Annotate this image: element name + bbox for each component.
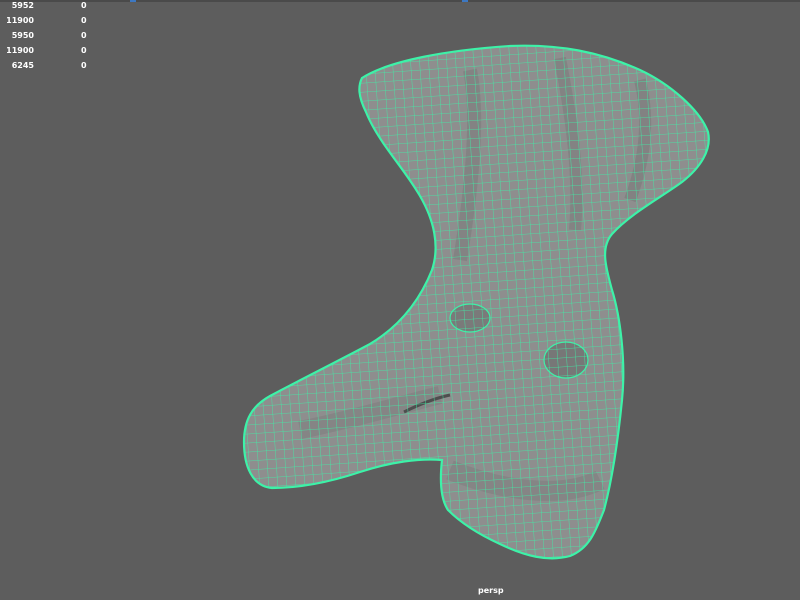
hud-selected: 0 — [81, 31, 87, 40]
mesh-wire-grid — [244, 45, 709, 559]
perspective-viewport[interactable]: 5952 0 11900 0 5950 0 11900 0 6245 0 per… — [0, 0, 800, 600]
hud-count: 11900 — [6, 46, 34, 55]
wireframe-mesh[interactable] — [0, 0, 800, 600]
hud-selected: 0 — [81, 16, 87, 25]
hud-count: 11900 — [6, 16, 34, 25]
hud-count: 5950 — [11, 31, 34, 40]
hud-row-uvs: 6245 0 — [0, 60, 90, 75]
poly-count-hud: 5952 0 11900 0 5950 0 11900 0 6245 0 — [0, 0, 90, 75]
camera-name-label: persp — [478, 586, 504, 595]
hud-count: 6245 — [11, 61, 34, 70]
hud-count: 5952 — [11, 1, 34, 10]
hud-selected: 0 — [81, 46, 87, 55]
hud-selected: 0 — [81, 1, 87, 10]
hud-selected: 0 — [81, 61, 87, 70]
